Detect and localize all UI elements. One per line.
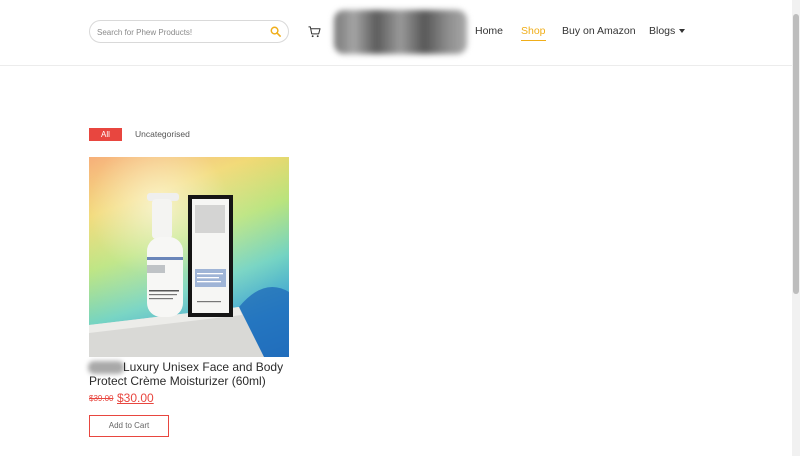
search-box[interactable] <box>89 20 289 43</box>
filter-uncategorised[interactable]: Uncategorised <box>135 129 190 139</box>
nav-blogs[interactable]: Blogs <box>649 25 686 37</box>
nav-home[interactable]: Home <box>475 25 503 37</box>
brand-logo[interactable] <box>334 10 467 54</box>
product-price: $30.00 <box>117 391 154 405</box>
product-photo <box>89 157 289 357</box>
product-image[interactable] <box>89 157 289 357</box>
nav-buy-on-amazon[interactable]: Buy on Amazon <box>562 25 636 37</box>
scrollbar-thumb[interactable] <box>793 14 799 294</box>
filter-all[interactable]: All <box>89 128 122 141</box>
page: Home Shop Buy on Amazon Blogs All Uncate… <box>0 0 800 456</box>
scrollbar[interactable] <box>792 0 800 456</box>
product-title[interactable]: Luxury Unisex Face and Body Protect Crèm… <box>89 360 299 388</box>
nav-blogs-label: Blogs <box>649 25 676 37</box>
add-to-cart-button[interactable]: Add to Cart <box>89 415 169 437</box>
search-input[interactable] <box>97 24 267 40</box>
site-header: Home Shop Buy on Amazon Blogs <box>0 0 792 66</box>
chevron-down-icon <box>679 29 686 34</box>
product-old-price: $39.00 <box>89 394 114 403</box>
product-title-line1: Luxury Unisex Face and Body <box>123 360 284 374</box>
product-title-line2: Protect Crème Moisturizer (60ml) <box>89 374 266 388</box>
cart-icon[interactable] <box>308 26 321 38</box>
search-icon[interactable] <box>270 26 281 37</box>
nav-shop[interactable]: Shop <box>521 25 546 41</box>
